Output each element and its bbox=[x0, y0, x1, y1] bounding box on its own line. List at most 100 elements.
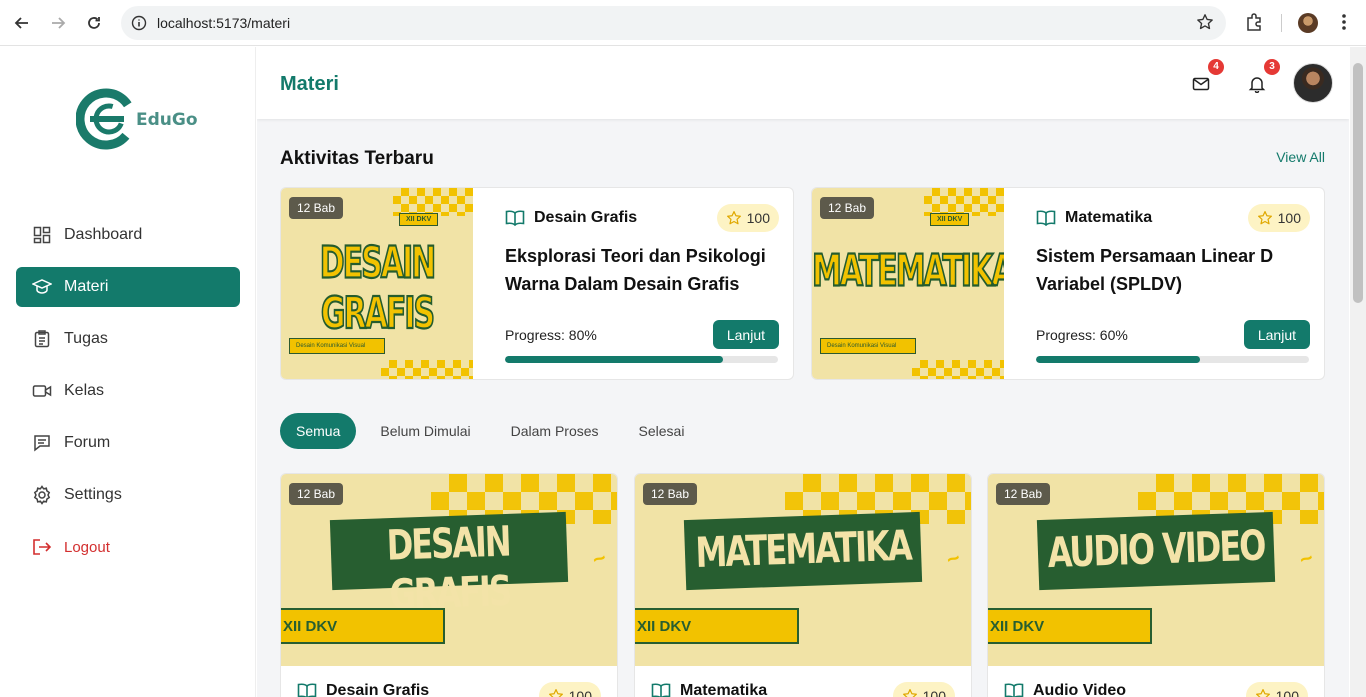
zigzag-decoration: ~ bbox=[588, 544, 610, 573]
course-card[interactable]: MATEMATIKA XII DKV ~ 12 Bab Matematika 1… bbox=[634, 473, 972, 697]
gear-icon bbox=[32, 485, 52, 505]
star-icon bbox=[1257, 210, 1273, 226]
thumbnail-tag: XII DKV bbox=[930, 213, 970, 226]
bookmark-star-icon[interactable] bbox=[1196, 13, 1214, 36]
progress-bar bbox=[1036, 356, 1309, 363]
sidebar-item-materi[interactable]: Materi bbox=[16, 267, 240, 307]
continue-button[interactable]: Lanjut bbox=[1243, 320, 1310, 349]
course-card[interactable]: AUDIO VIDEO XII DKV ~ 12 Bab Audio Video… bbox=[987, 473, 1325, 697]
thumbnail-title: MATEMATIKA bbox=[694, 520, 912, 578]
zigzag-decoration: ~ bbox=[1295, 544, 1317, 573]
continue-button[interactable]: Lanjut bbox=[712, 320, 779, 349]
sidebar-item-dashboard[interactable]: Dashboard bbox=[16, 215, 240, 255]
filter-belum-dimulai[interactable]: Belum Dimulai bbox=[364, 413, 486, 449]
thumbnail-footer: Desain Komunikasi Visual bbox=[289, 338, 385, 354]
address-bar[interactable]: localhost:5173/materi bbox=[121, 6, 1226, 40]
course-card[interactable]: DESAIN GRAFIS XII DKV ~ 12 Bab Desain Gr… bbox=[280, 473, 618, 697]
points-badge: 100 bbox=[538, 682, 601, 697]
subject-name: Matematika bbox=[1065, 209, 1153, 226]
points-value: 100 bbox=[1275, 688, 1299, 697]
star-icon bbox=[548, 688, 564, 697]
sidebar-item-settings[interactable]: Settings bbox=[16, 475, 240, 515]
back-icon[interactable] bbox=[11, 12, 33, 34]
points-badge: 100 bbox=[892, 682, 955, 697]
thumbnail-title: AUDIO VIDEO bbox=[1046, 520, 1266, 578]
chat-icon bbox=[32, 433, 52, 453]
activity-card-body: Desain Grafis 100 Eksplorasi Teori dan P… bbox=[505, 188, 779, 379]
status-filter-tabs: Semua Belum Dimulai Dalam Proses Selesai bbox=[280, 413, 708, 449]
sidebar-item-kelas[interactable]: Kelas bbox=[16, 371, 240, 411]
page-scrollbar[interactable] bbox=[1350, 47, 1366, 697]
course-thumbnail: MATEMATIKA XII DKV ~ 12 Bab bbox=[635, 474, 971, 666]
browser-toolbar: localhost:5173/materi bbox=[0, 0, 1366, 46]
user-avatar[interactable] bbox=[1293, 63, 1333, 103]
activity-card[interactable]: XII DKV DESAIN GRAFIS Desain Komunikasi … bbox=[280, 187, 794, 380]
course-thumbnail: XII DKV MATEMATIKA Desain Komunikasi Vis… bbox=[812, 188, 1004, 379]
extensions-icon[interactable] bbox=[1244, 12, 1264, 37]
scrollbar-thumb[interactable] bbox=[1353, 63, 1363, 303]
browser-menu-icon[interactable] bbox=[1336, 12, 1352, 37]
view-all-link[interactable]: View All bbox=[1276, 149, 1325, 165]
sidebar-item-label: Dashboard bbox=[64, 226, 143, 243]
browser-profile-avatar[interactable] bbox=[1298, 13, 1318, 33]
activity-card[interactable]: XII DKV MATEMATIKA Desain Komunikasi Vis… bbox=[811, 187, 1325, 380]
subject-label: Desain Grafis bbox=[505, 209, 637, 227]
sidebar-item-tugas[interactable]: Tugas bbox=[16, 319, 240, 359]
activity-title: Eksplorasi Teori dan Psikologi Warna Dal… bbox=[505, 246, 766, 294]
site-info-icon[interactable] bbox=[131, 15, 147, 36]
mail-count-badge: 4 bbox=[1208, 59, 1224, 75]
activity-title: Sistem Persamaan Linear D Variabel (SPLD… bbox=[1036, 246, 1274, 294]
filter-semua[interactable]: Semua bbox=[280, 413, 357, 449]
book-icon bbox=[505, 209, 525, 227]
thumbnail-tag: XII DKV bbox=[399, 213, 439, 226]
graduation-cap-icon bbox=[32, 277, 52, 297]
chapter-count-chip: 12 Bab bbox=[289, 197, 344, 219]
book-icon bbox=[651, 682, 671, 697]
points-value: 100 bbox=[568, 688, 592, 697]
logout-button[interactable]: Logout bbox=[16, 527, 240, 567]
progress-bar bbox=[505, 356, 778, 363]
subject-label: Matematika bbox=[1036, 209, 1152, 227]
activity-card-body: Matematika 100 Sistem Persamaan Linear D… bbox=[1036, 188, 1310, 379]
course-thumbnail: AUDIO VIDEO XII DKV ~ 12 Bab bbox=[988, 474, 1324, 666]
points-value: 100 bbox=[922, 688, 946, 697]
sidebar-nav: Dashboard Materi Tugas Kelas Forum Setti… bbox=[16, 215, 240, 579]
chapter-count-chip: 12 Bab bbox=[820, 197, 875, 219]
dashboard-icon bbox=[32, 225, 52, 245]
bell-icon[interactable] bbox=[1248, 75, 1266, 94]
progress-fill bbox=[505, 356, 724, 363]
page-title: Materi bbox=[280, 73, 339, 95]
sidebar: EduGo Dashboard Materi Tugas Kelas Forum… bbox=[0, 47, 256, 697]
sidebar-item-label: Forum bbox=[64, 434, 111, 451]
filter-dalam-proses[interactable]: Dalam Proses bbox=[495, 413, 615, 449]
course-thumbnail: XII DKV DESAIN GRAFIS Desain Komunikasi … bbox=[281, 188, 473, 379]
notification-count-badge: 3 bbox=[1264, 59, 1280, 75]
subject-name: Audio Video bbox=[1033, 682, 1127, 697]
filter-selesai[interactable]: Selesai bbox=[623, 413, 701, 449]
zigzag-decoration: ~ bbox=[942, 544, 964, 573]
points-badge: 100 bbox=[1247, 204, 1310, 232]
subject-name: Desain Grafis bbox=[534, 209, 638, 226]
checker-pattern bbox=[924, 188, 1004, 216]
logout-icon bbox=[32, 537, 52, 557]
sidebar-item-label: Settings bbox=[64, 486, 122, 503]
thumbnail-title: DESAIN GRAFIS bbox=[319, 237, 437, 341]
mail-icon[interactable] bbox=[1192, 75, 1210, 93]
clipboard-icon bbox=[32, 329, 52, 349]
thumbnail-title: MATEMATIKA bbox=[812, 245, 1004, 298]
reload-icon[interactable] bbox=[83, 12, 105, 34]
chapter-count-chip: 12 Bab bbox=[289, 483, 344, 505]
checker-pattern bbox=[381, 360, 473, 379]
star-icon bbox=[902, 688, 918, 697]
subject-label: Audio Video bbox=[1004, 682, 1126, 697]
top-header: Materi 4 3 bbox=[257, 47, 1349, 119]
course-thumbnail: DESAIN GRAFIS XII DKV ~ 12 Bab bbox=[281, 474, 617, 666]
points-badge: 100 bbox=[716, 204, 779, 232]
star-icon bbox=[726, 210, 742, 226]
sidebar-item-forum[interactable]: Forum bbox=[16, 423, 240, 463]
book-icon bbox=[1004, 682, 1024, 697]
forward-icon[interactable] bbox=[47, 12, 69, 34]
subject-name: Matematika bbox=[680, 682, 768, 697]
subject-label: Matematika bbox=[651, 682, 767, 697]
toolbar-divider bbox=[1281, 14, 1282, 32]
